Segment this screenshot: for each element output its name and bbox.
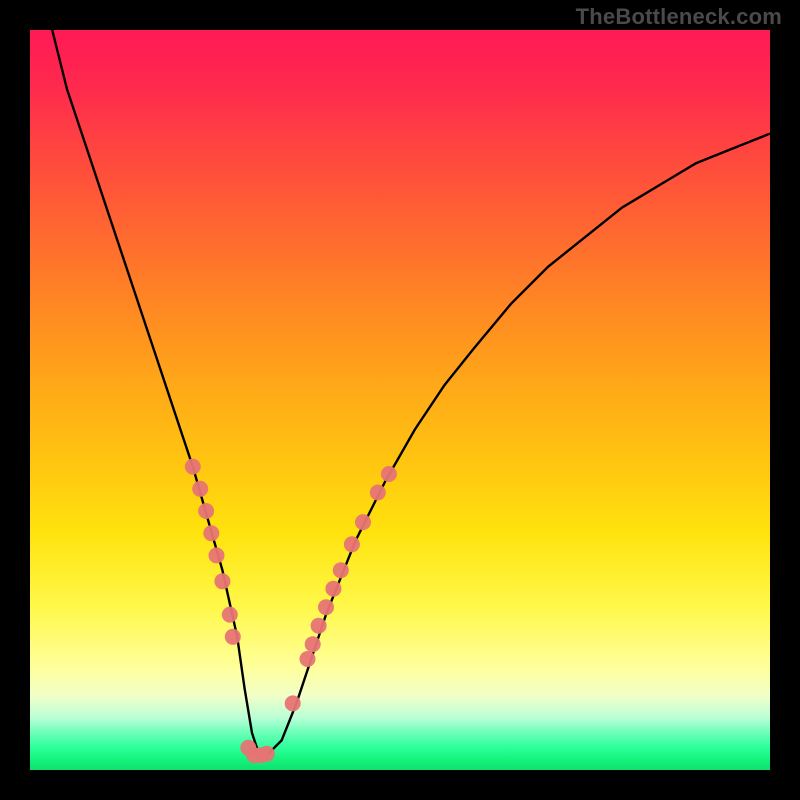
data-marker xyxy=(344,536,360,552)
data-marker xyxy=(203,525,219,541)
data-marker xyxy=(225,629,241,645)
data-marker xyxy=(355,514,371,530)
data-marker xyxy=(370,485,386,501)
data-marker xyxy=(305,636,321,652)
data-marker xyxy=(222,607,238,623)
data-marker xyxy=(209,547,225,563)
plot-area xyxy=(30,30,770,770)
data-marker xyxy=(198,503,214,519)
data-marker xyxy=(192,481,208,497)
data-marker xyxy=(318,599,334,615)
data-marker xyxy=(333,562,349,578)
bottleneck-curve xyxy=(52,30,770,755)
data-marker xyxy=(311,618,327,634)
data-marker xyxy=(300,651,316,667)
chart-svg xyxy=(30,30,770,770)
chart-frame: TheBottleneck.com xyxy=(0,0,800,800)
data-marker xyxy=(214,573,230,589)
data-marker xyxy=(325,581,341,597)
data-marker xyxy=(285,695,301,711)
data-marker xyxy=(381,466,397,482)
data-marker xyxy=(185,459,201,475)
watermark-text: TheBottleneck.com xyxy=(576,4,782,30)
data-marker xyxy=(259,746,275,762)
